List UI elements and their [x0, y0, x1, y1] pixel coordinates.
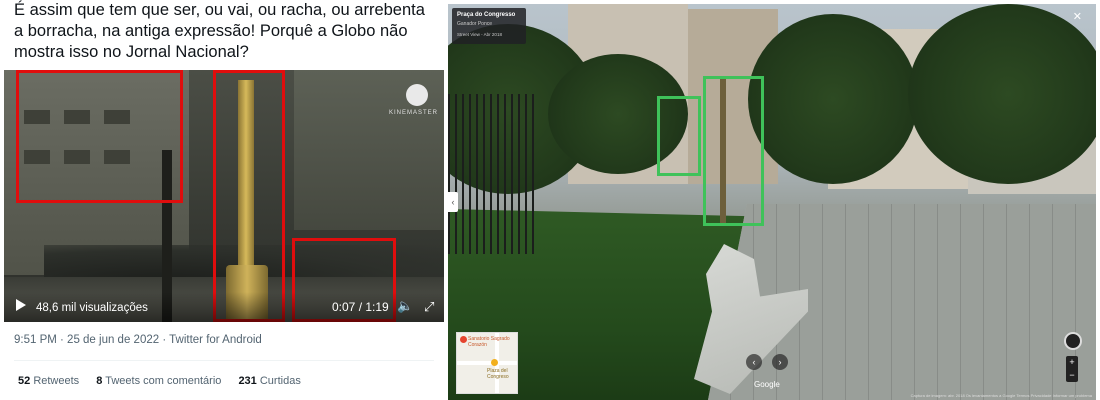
- fullscreen-icon[interactable]: ⤢: [424, 299, 434, 315]
- nav-left-icon[interactable]: ‹: [746, 354, 762, 370]
- tweet-stats: 52 Retweets 8 Tweets com comentário 231 …: [18, 375, 301, 387]
- volume-icon[interactable]: 🔈: [397, 298, 413, 314]
- tree: [908, 4, 1096, 184]
- retweets-stat[interactable]: 52 Retweets: [18, 375, 79, 387]
- tree: [748, 14, 918, 184]
- tweet-text: É assim que tem que ser, ou vai, ou rach…: [14, 1, 425, 61]
- map-pin-icon: [460, 336, 467, 343]
- highlight-box-building: [657, 96, 701, 176]
- highlight-box-lamppost: [213, 70, 285, 322]
- divider: [14, 360, 434, 361]
- tweet-card: É assim que tem que ser, ou vai, ou rach…: [0, 0, 448, 400]
- likes-stat[interactable]: 231 Curtidas: [238, 375, 300, 387]
- tweet-video[interactable]: KINEMASTER 48,6 mil visualizações 0:07 /…: [4, 70, 444, 322]
- play-icon[interactable]: [16, 299, 26, 311]
- location-subtitle: Ganador Ponce: [457, 21, 493, 27]
- minimap-label-main: Sanatorio Sagrado Corazón: [468, 336, 510, 348]
- comments-stat[interactable]: 8 Tweets com comentário: [96, 375, 221, 387]
- highlight-box-lamppost: [703, 76, 764, 226]
- street-view-panel[interactable]: Praça do Congresso Ganador Ponce Street …: [448, 4, 1096, 400]
- fence: [448, 94, 538, 254]
- capture-date: Street View - Abr 2018: [457, 32, 502, 37]
- minimap[interactable]: Sanatorio Sagrado Corazón Plaza del Cong…: [456, 332, 518, 394]
- kinemaster-watermark: KINEMASTER: [388, 110, 438, 116]
- location-card[interactable]: Praça do Congresso Ganador Ponce Street …: [452, 8, 526, 44]
- close-icon[interactable]: ✕: [1073, 10, 1082, 23]
- collapse-icon[interactable]: ‹: [448, 192, 458, 212]
- zoom-control[interactable]: + −: [1066, 356, 1078, 382]
- video-time: 0:07 / 1:19: [332, 300, 389, 314]
- kinemaster-logo-icon: [406, 84, 428, 106]
- video-views: 48,6 mil visualizações: [36, 302, 148, 314]
- tweet-meta[interactable]: 9:51 PM · 25 de jun de 2022 · Twitter fo…: [14, 334, 262, 346]
- google-logo: Google: [754, 380, 780, 389]
- street-view-pegman-icon: [491, 359, 498, 366]
- compass-icon[interactable]: [1064, 332, 1082, 350]
- highlight-box-building: [16, 70, 183, 203]
- footer-links[interactable]: Captura de imagem: abr. 2018 Os levantam…: [911, 393, 1092, 398]
- minimap-label-secondary: Plaza del Congreso: [487, 368, 509, 380]
- nav-right-icon[interactable]: ›: [772, 354, 788, 370]
- location-title: Praça do Congresso: [457, 12, 516, 18]
